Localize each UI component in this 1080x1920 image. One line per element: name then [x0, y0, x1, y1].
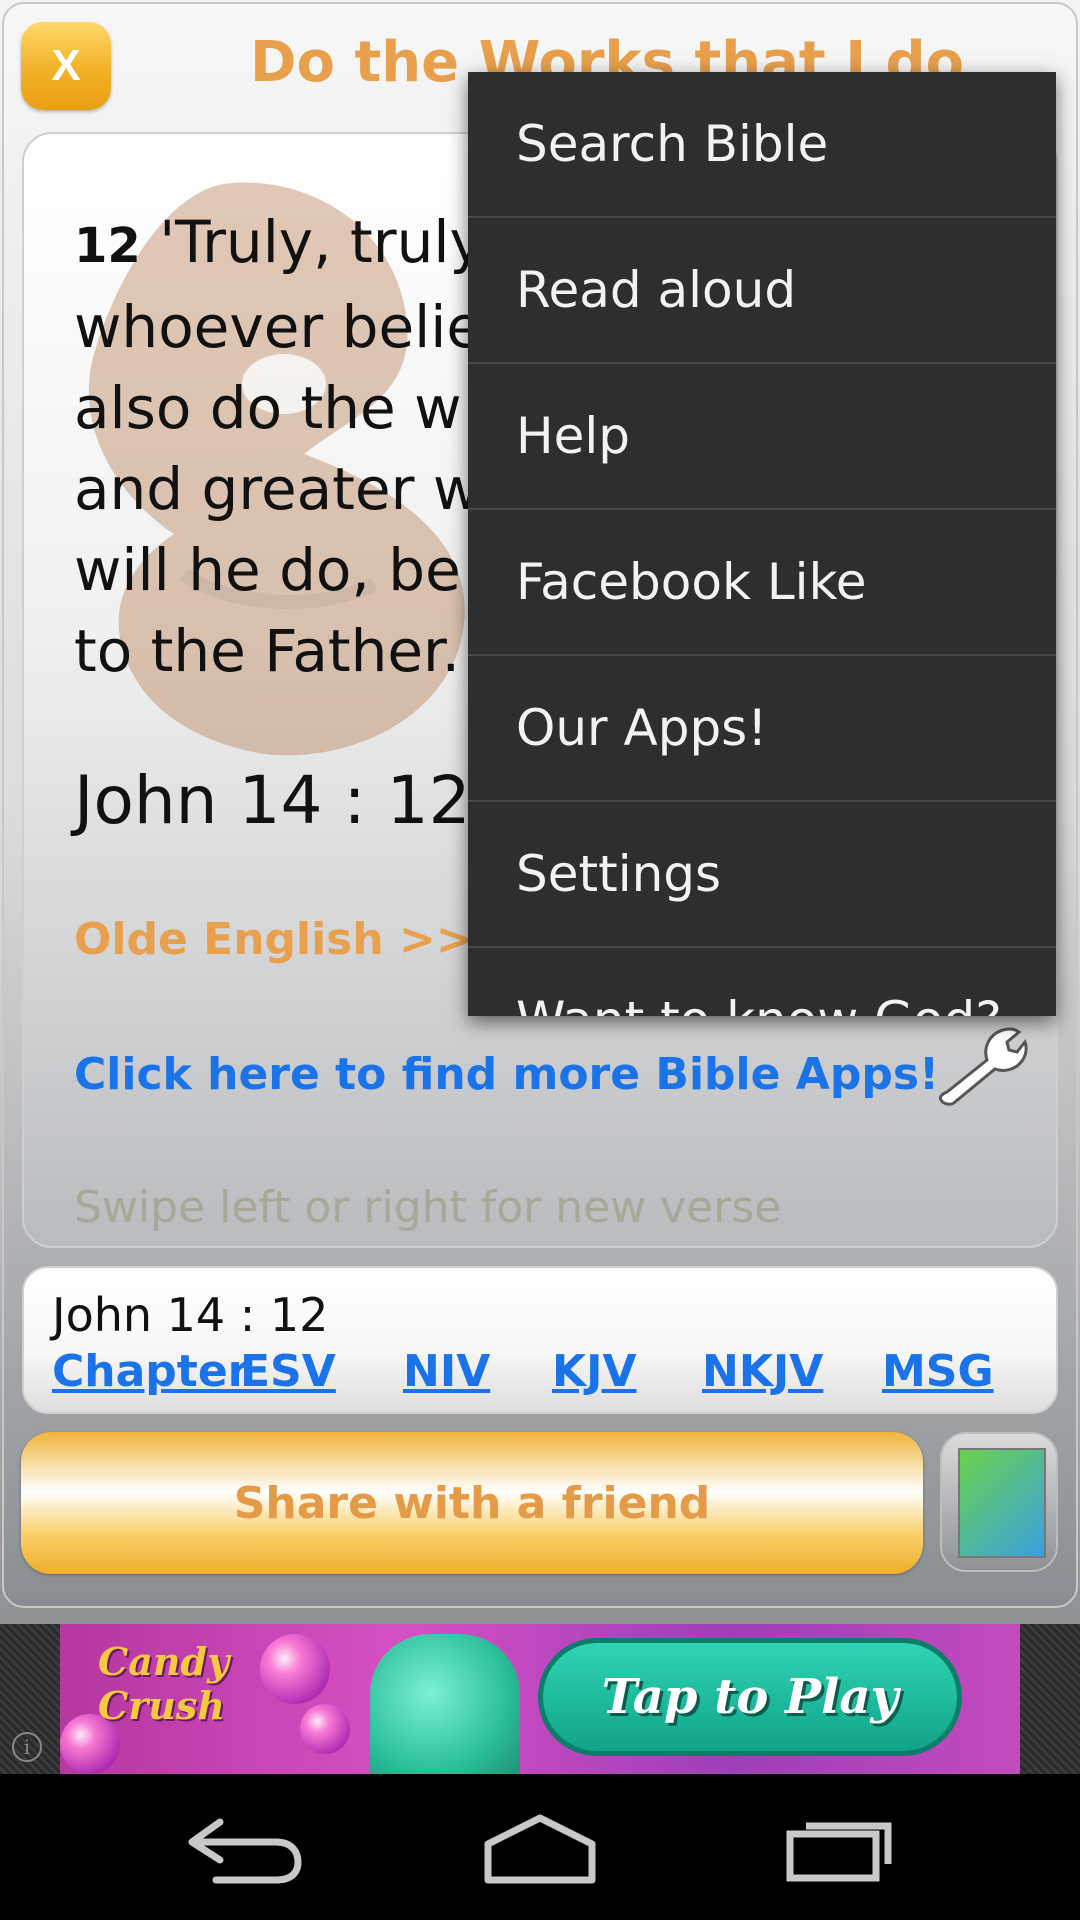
ad-banner[interactable]: Candy Crush Tap to Play: [60, 1624, 1020, 1774]
reference-label: John 14 : 12: [52, 1288, 329, 1342]
msg-link[interactable]: MSG: [882, 1346, 994, 1397]
verse-reference: John 14 : 12: [74, 762, 471, 839]
ad-bubble: [260, 1634, 330, 1704]
reference-bar: John 14 : 12 Chapter ESV NIV KJV NKJV MS…: [22, 1266, 1058, 1414]
menu-item-help[interactable]: Help: [468, 364, 1056, 510]
swipe-hint: Swipe left or right for new verse: [74, 1182, 782, 1233]
nkjv-link[interactable]: NKJV: [702, 1346, 823, 1397]
ad-strip: Candy Crush Tap to Play i: [0, 1624, 1080, 1774]
ad-brand-logo: Candy Crush: [98, 1640, 238, 1728]
share-with-friend-button[interactable]: Share with a friend: [21, 1432, 923, 1574]
app-icon: [958, 1448, 1046, 1558]
recent-apps-icon[interactable]: [770, 1804, 910, 1894]
menu-item-want-to-know-god[interactable]: Want to know God?: [468, 948, 1056, 1016]
ad-bubble: [300, 1704, 350, 1754]
chapter-link[interactable]: Chapter: [52, 1346, 249, 1397]
system-nav-bar: [0, 1774, 1080, 1920]
menu-item-read-aloud[interactable]: Read aloud: [468, 218, 1056, 364]
olde-english-link[interactable]: Olde English >>: [74, 914, 473, 965]
home-icon[interactable]: [470, 1804, 610, 1894]
menu-item-search-bible[interactable]: Search Bible: [468, 72, 1056, 218]
ad-candy-character: [370, 1634, 520, 1774]
kjv-link[interactable]: KJV: [552, 1346, 637, 1397]
wrench-icon[interactable]: [929, 1014, 1029, 1114]
translation-links: Chapter ESV NIV KJV NKJV MSG: [52, 1346, 1052, 1402]
overflow-menu: Search Bible Read aloud Help Facebook Li…: [468, 72, 1056, 1016]
verse-number: 12: [74, 218, 141, 274]
close-icon: X: [51, 41, 81, 90]
ad-brand-line: Crush: [98, 1683, 225, 1728]
more-bible-apps-link[interactable]: Click here to find more Bible Apps!: [74, 1049, 939, 1100]
esv-link[interactable]: ESV: [240, 1346, 336, 1397]
ad-tap-to-play-button[interactable]: Tap to Play: [538, 1638, 962, 1756]
ad-brand-line: Candy: [98, 1639, 230, 1684]
back-icon[interactable]: [170, 1804, 310, 1894]
app-icon-button[interactable]: [940, 1432, 1058, 1572]
menu-item-facebook-like[interactable]: Facebook Like: [468, 510, 1056, 656]
menu-item-settings[interactable]: Settings: [468, 802, 1056, 948]
verse-line: 'Truly, truly: [159, 208, 484, 276]
niv-link[interactable]: NIV: [403, 1346, 490, 1397]
menu-item-our-apps[interactable]: Our Apps!: [468, 656, 1056, 802]
close-button[interactable]: X: [21, 22, 111, 110]
info-icon[interactable]: i: [12, 1732, 42, 1762]
